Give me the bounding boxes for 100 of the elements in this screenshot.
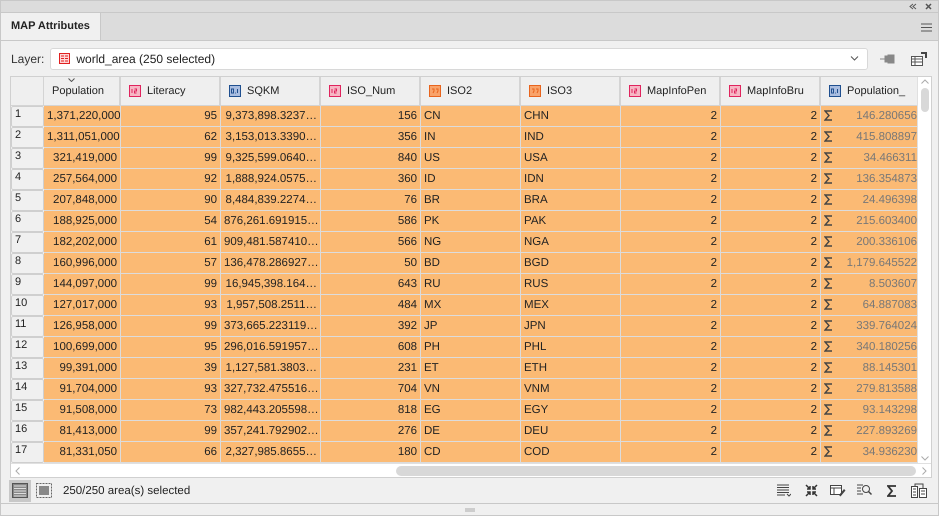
- decimal-type-icon: [829, 84, 841, 97]
- table-cell: 2: [721, 336, 821, 358]
- row-number[interactable]: 8: [11, 252, 44, 274]
- table-cell: 34.466311: [821, 148, 918, 169]
- row-number[interactable]: 2: [11, 126, 44, 148]
- sigma-icon: [824, 425, 833, 436]
- column-header[interactable]: MapInfoBru: [721, 76, 821, 106]
- row-number[interactable]: 10: [11, 294, 44, 316]
- scroll-thumb[interactable]: [396, 466, 916, 476]
- table-cell: 93.143298: [821, 400, 918, 421]
- row-number[interactable]: 3: [11, 148, 44, 169]
- table-cell: 136,478.286927…: [221, 252, 321, 274]
- resize-grip-icon[interactable]: [464, 508, 474, 512]
- table-cell: 2: [621, 336, 721, 358]
- column-header[interactable]: ISO2: [421, 76, 521, 106]
- table-cell: 2: [621, 232, 721, 253]
- panel-tab[interactable]: MAP Attributes: [1, 12, 101, 40]
- column-header[interactable]: Population_: [821, 76, 918, 106]
- table-cell: COD: [521, 442, 621, 463]
- column-header[interactable]: ISO_Num: [321, 76, 421, 106]
- table-cell: 231: [321, 358, 421, 379]
- table-cell: 95: [121, 336, 221, 358]
- column-header[interactable]: MapInfoPen: [621, 76, 721, 106]
- table-cell: 339.764024: [821, 316, 918, 337]
- vertical-scrollbar[interactable]: [917, 76, 931, 464]
- table-cell: 909,481.587410…: [221, 232, 321, 253]
- column-header[interactable]: SQKM: [221, 76, 321, 106]
- row-number[interactable]: 14: [11, 378, 44, 400]
- column-header[interactable]: ISO3: [521, 76, 621, 106]
- decimal-type-icon: [229, 84, 241, 97]
- table-cell: IND: [521, 126, 621, 148]
- table-cell: PAK: [521, 210, 621, 232]
- sigma-icon: [824, 152, 833, 164]
- table-cell: 73: [121, 400, 221, 421]
- row-number[interactable]: 16: [11, 420, 44, 442]
- scroll-thumb[interactable]: [920, 88, 929, 112]
- menu-icon[interactable]: [921, 22, 932, 32]
- layer-dropdown[interactable]: world_area (250 selected): [50, 48, 868, 70]
- row-number[interactable]: 7: [11, 232, 44, 253]
- row-number[interactable]: 9: [11, 274, 44, 295]
- table-cell: 484: [321, 294, 421, 316]
- row-number[interactable]: 11: [11, 316, 44, 337]
- table-cell: 3,153,013.3390…: [221, 126, 321, 148]
- table-cell: 136.354873: [821, 168, 918, 190]
- row-number[interactable]: 5: [11, 190, 44, 211]
- table-cell: 215.603400: [821, 210, 918, 232]
- table-cell: ETH: [521, 358, 621, 379]
- table-cell: 982,443.205598…: [221, 400, 321, 421]
- table-cell: 156: [321, 106, 421, 127]
- table-cell: PH: [421, 336, 521, 358]
- table-cell: MX: [421, 294, 521, 316]
- table-cell: 2: [721, 400, 821, 421]
- column-header[interactable]: Population: [44, 76, 121, 106]
- row-number[interactable]: 4: [11, 168, 44, 190]
- column-header[interactable]: Literacy: [121, 76, 221, 106]
- table-cell: CD: [421, 442, 521, 463]
- table-cell: 99,391,000: [44, 358, 121, 379]
- table-cell: 200.336106: [821, 232, 918, 253]
- table-cell: 99: [121, 274, 221, 295]
- integer-type-icon: [129, 84, 141, 97]
- close-icon[interactable]: [925, 2, 932, 10]
- table-cell: 2: [721, 252, 821, 274]
- table-cell: 2: [621, 294, 721, 316]
- table-cell: 2: [721, 126, 821, 148]
- row-number[interactable]: 1: [11, 106, 44, 127]
- table-cell: 146.280656: [821, 106, 918, 127]
- form-icon: [36, 483, 52, 498]
- table-cell: 876,261.691915…: [221, 210, 321, 232]
- table-cell: 227.893269: [821, 420, 918, 442]
- layer-table-icon: [59, 53, 70, 64]
- table-cell: 1,957,508.2511…: [221, 294, 321, 316]
- horizontal-scrollbar[interactable]: [11, 463, 931, 478]
- row-number[interactable]: 6: [11, 210, 44, 232]
- grid-view-button[interactable]: [9, 480, 31, 502]
- table-cell: RU: [421, 274, 521, 295]
- table-cell: EGY: [521, 400, 621, 421]
- chevron-down-icon: [850, 56, 859, 62]
- table-cell: 100,699,000: [44, 336, 121, 358]
- text-type-icon: [529, 84, 541, 97]
- table-cell: 2: [621, 168, 721, 190]
- table-cell: 2: [621, 252, 721, 274]
- integer-type-icon: [629, 84, 641, 97]
- table-arrow-icon: [911, 52, 927, 66]
- table-cell: 296,016.591957…: [221, 336, 321, 358]
- table-cell: 180: [321, 442, 421, 463]
- row-number[interactable]: 12: [11, 336, 44, 358]
- table-cell: BD: [421, 252, 521, 274]
- collapse-icon[interactable]: [909, 2, 917, 10]
- table-cell: 91,508,000: [44, 400, 121, 421]
- table-cell: 2: [621, 106, 721, 127]
- row-number[interactable]: 17: [11, 442, 44, 463]
- table-cell: MEX: [521, 294, 621, 316]
- row-number[interactable]: 15: [11, 400, 44, 421]
- row-number[interactable]: 13: [11, 358, 44, 379]
- table-cell: 39: [121, 358, 221, 379]
- table-cell: BGD: [521, 252, 621, 274]
- table-cell: 95: [121, 106, 221, 127]
- table-cell: 818: [321, 400, 421, 421]
- table-cell: 2: [721, 210, 821, 232]
- table-cell: VN: [421, 378, 521, 400]
